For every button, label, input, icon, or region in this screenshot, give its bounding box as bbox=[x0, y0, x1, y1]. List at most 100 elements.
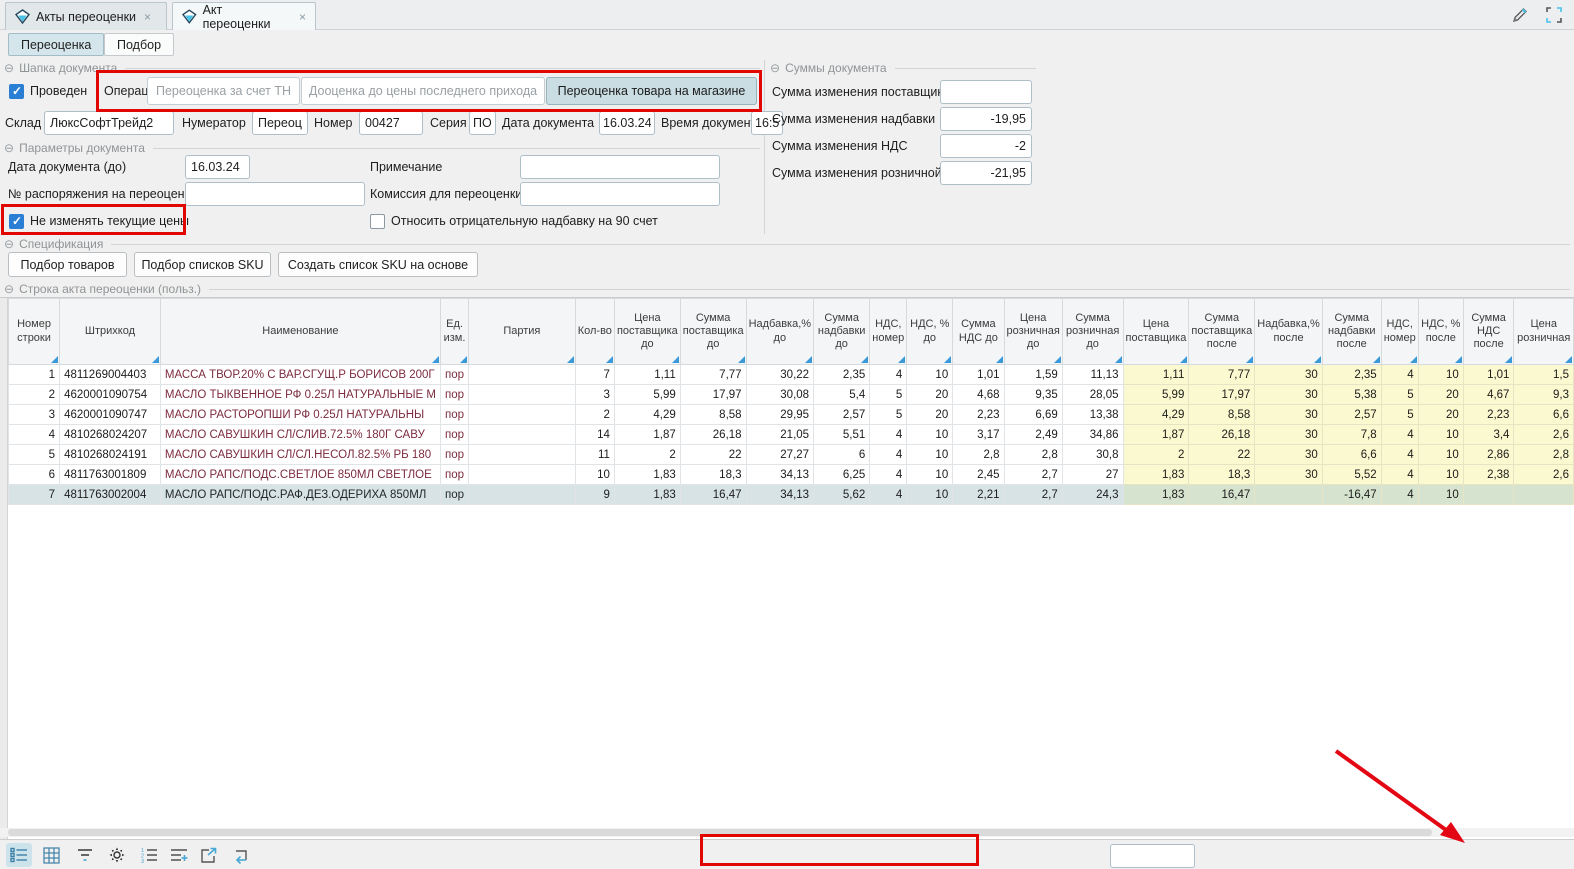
column-header[interactable]: Надбавка,% после bbox=[1255, 299, 1323, 365]
column-header[interactable]: Сумма розничная до bbox=[1062, 299, 1123, 365]
collapse-icon[interactable]: ⊖ bbox=[4, 283, 14, 295]
column-header[interactable]: Надбавка,% до bbox=[746, 299, 814, 365]
negative-markup-checkbox[interactable] bbox=[370, 214, 385, 229]
cell: 4 bbox=[1381, 465, 1418, 485]
table-row[interactable]: 24620001090754МАСЛО ТЫКВЕННОЕ РФ 0.25Л Н… bbox=[9, 385, 1574, 405]
tab-close-icon[interactable]: × bbox=[299, 10, 306, 24]
commission-field[interactable] bbox=[520, 182, 720, 206]
horizontal-scrollbar[interactable] bbox=[0, 828, 1574, 837]
row-selector-gutter[interactable] bbox=[0, 298, 8, 839]
sklad-field[interactable] bbox=[44, 111, 174, 135]
tab-close-icon[interactable]: × bbox=[144, 10, 151, 24]
refresh-loop-icon[interactable] bbox=[228, 843, 254, 867]
numerator-field[interactable] bbox=[252, 111, 308, 135]
table-row[interactable]: 14811269004403МАССА ТВОР.20% С ВАР.СГУЩ.… bbox=[9, 365, 1574, 385]
subtab-podbor[interactable]: Подбор bbox=[104, 33, 174, 56]
sum-supplier-field[interactable] bbox=[940, 80, 1032, 104]
doc-date-field[interactable] bbox=[599, 111, 655, 135]
operation-btn-store[interactable]: Переоценка товара на магазине bbox=[546, 77, 757, 105]
cell: 10 bbox=[1418, 485, 1463, 505]
operation-btn-last-arrival[interactable]: Дооценка до цены последнего прихода bbox=[301, 77, 545, 105]
collapse-icon[interactable]: ⊖ bbox=[4, 62, 14, 74]
table-row[interactable]: 54810268024191МАСЛО САВУШКИН СЛ/СЛ.НЕСОЛ… bbox=[9, 445, 1574, 465]
table-row[interactable]: 34620001090747МАСЛО РАСТОРОПШИ РФ 0.25Л … bbox=[9, 405, 1574, 425]
column-header[interactable]: Цена розничная до bbox=[1004, 299, 1062, 365]
subtab-pereocenka[interactable]: Переоценка bbox=[8, 33, 104, 56]
edit-pencil-icon[interactable] bbox=[1510, 5, 1530, 25]
settings-gear-icon[interactable] bbox=[104, 843, 130, 867]
column-header[interactable]: Цена поставщика bbox=[1123, 299, 1189, 365]
order-number-field[interactable] bbox=[185, 182, 365, 206]
cell: 11 bbox=[575, 445, 614, 465]
cell: 30,22 bbox=[746, 365, 814, 385]
cell: 3 bbox=[9, 405, 60, 425]
select-goods-button[interactable]: Подбор товаров bbox=[8, 252, 127, 277]
tab-acts-revaluation[interactable]: Акты переоценки × bbox=[5, 2, 167, 30]
column-header[interactable]: Сумма поставщика после bbox=[1189, 299, 1255, 365]
table-row[interactable]: 44810268024207МАСЛО САВУШКИН СЛ/СЛИВ.72.… bbox=[9, 425, 1574, 445]
sum-retail-field[interactable] bbox=[940, 161, 1032, 185]
column-header[interactable]: Штрихкод bbox=[60, 299, 161, 365]
column-header[interactable]: Ед. изм. bbox=[441, 299, 469, 365]
add-rows-icon[interactable] bbox=[166, 843, 192, 867]
cell: 22 bbox=[680, 445, 746, 465]
commission-label: Комиссия для переоценки bbox=[370, 182, 522, 206]
column-header[interactable]: Цена поставщика до bbox=[614, 299, 680, 365]
operation-btn-tn[interactable]: Переоценка за счет ТН bbox=[147, 77, 300, 105]
column-header[interactable]: НДС, номер bbox=[1381, 299, 1418, 365]
cell: 24,3 bbox=[1062, 485, 1123, 505]
tab-label: Акт переоценки bbox=[203, 3, 291, 31]
proveden-checkbox[interactable] bbox=[9, 84, 24, 99]
fullscreen-icon[interactable] bbox=[1544, 5, 1564, 25]
select-sku-lists-button[interactable]: Подбор списков SKU bbox=[134, 252, 271, 277]
cell: 6 bbox=[9, 465, 60, 485]
grid-view-icon[interactable] bbox=[38, 843, 64, 867]
date-to-field[interactable] bbox=[185, 155, 250, 179]
sum-vat-field[interactable] bbox=[940, 134, 1032, 158]
create-sku-list-button[interactable]: Создать список SKU на основе bbox=[278, 252, 478, 277]
table-row[interactable]: 74811763002004МАСЛО РАПС/ПОДС.РАФ.ДЕЗ.ОД… bbox=[9, 485, 1574, 505]
cell: 2,49 bbox=[1004, 425, 1062, 445]
cell: 3,17 bbox=[953, 425, 1004, 445]
collapse-icon[interactable]: ⊖ bbox=[770, 62, 780, 74]
cell: 2,86 bbox=[1463, 445, 1514, 465]
footer-toolbar: 123 Изменить цену Пересчитать цены (до) … bbox=[0, 839, 1574, 869]
keep-prices-checkbox[interactable] bbox=[9, 214, 24, 229]
column-header[interactable]: Сумма НДС после bbox=[1463, 299, 1514, 365]
list-view-icon[interactable] bbox=[6, 843, 32, 867]
nomer-field[interactable] bbox=[359, 111, 423, 135]
tab-act-revaluation[interactable]: Акт переоценки × bbox=[172, 2, 316, 30]
cell: МАССА ТВОР.20% С ВАР.СГУЩ.Р БОРИСОВ 200Г bbox=[160, 365, 440, 385]
column-header[interactable]: Наименование bbox=[160, 299, 440, 365]
column-header[interactable]: НДС, % после bbox=[1418, 299, 1463, 365]
collapse-icon[interactable]: ⊖ bbox=[4, 142, 14, 154]
note-field[interactable] bbox=[520, 155, 720, 179]
seria-field[interactable] bbox=[469, 111, 496, 135]
cell: 10 bbox=[907, 465, 953, 485]
cell: 2,35 bbox=[814, 365, 870, 385]
cell: МАСЛО РАСТОРОПШИ РФ 0.25Л НАТУРАЛЬНЫ bbox=[160, 405, 440, 425]
column-header[interactable]: НДС, номер bbox=[870, 299, 907, 365]
column-header[interactable]: НДС, % до bbox=[907, 299, 953, 365]
sum-markup-field[interactable] bbox=[940, 107, 1032, 131]
cell: 2 bbox=[1123, 445, 1189, 465]
column-header[interactable]: Цена розничная bbox=[1514, 299, 1574, 365]
column-header[interactable]: Сумма надбавки после bbox=[1322, 299, 1381, 365]
open-external-icon[interactable] bbox=[196, 843, 222, 867]
filter-icon[interactable] bbox=[72, 843, 98, 867]
grid-table: Номер строкиШтрихкодНаименованиеЕд. изм.… bbox=[8, 298, 1574, 505]
barcode-input[interactable] bbox=[1110, 844, 1195, 868]
column-header[interactable]: Сумма поставщика до bbox=[680, 299, 746, 365]
column-header[interactable]: Номер строки bbox=[9, 299, 60, 365]
column-header[interactable]: Партия bbox=[469, 299, 576, 365]
numbered-list-icon[interactable]: 123 bbox=[136, 843, 162, 867]
table-row[interactable]: 64811763001809МАСЛО РАПС/ПОДС.СВЕТЛОЕ 85… bbox=[9, 465, 1574, 485]
column-header[interactable]: Сумма надбавки до bbox=[814, 299, 870, 365]
scrollbar-thumb[interactable] bbox=[8, 829, 1432, 836]
column-header[interactable]: Сумма НДС до bbox=[953, 299, 1004, 365]
negative-markup-checkbox-row: Относить отрицательную надбавку на 90 сч… bbox=[370, 209, 658, 233]
cell: 4 bbox=[870, 465, 907, 485]
collapse-icon[interactable]: ⊖ bbox=[4, 238, 14, 250]
cell: 1,01 bbox=[1463, 365, 1514, 385]
column-header[interactable]: Кол-во bbox=[575, 299, 614, 365]
